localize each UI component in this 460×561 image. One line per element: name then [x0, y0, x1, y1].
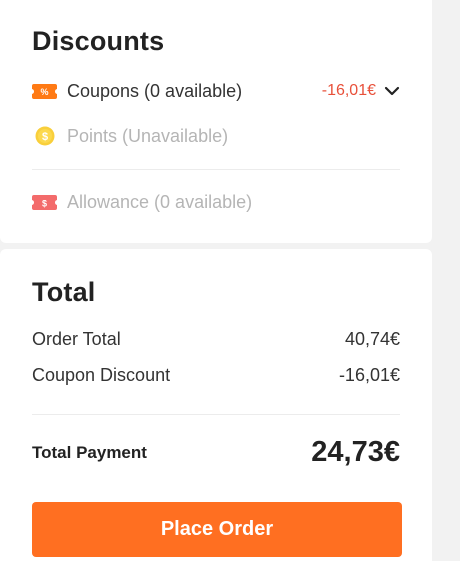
total-payment-row: Total Payment 24,73€ [32, 436, 400, 469]
points-coin-icon: $ [32, 125, 57, 147]
discounts-divider [32, 169, 400, 170]
total-card: Total Order Total 40,74€ Coupon Discount… [0, 249, 432, 561]
total-payment-label: Total Payment [32, 442, 147, 462]
allowance-row: $ Allowance (0 available) [32, 189, 400, 215]
place-order-button[interactable]: Place Order [32, 502, 402, 557]
points-label: Points (Unavailable) [67, 125, 229, 146]
svg-text:%: % [40, 87, 48, 97]
order-total-label: Order Total [32, 329, 121, 349]
points-row: $ Points (Unavailable) [32, 123, 400, 149]
coupon-discount-label: Coupon Discount [32, 365, 171, 385]
chevron-down-icon[interactable] [384, 83, 400, 99]
coupons-value: -16,01€ [322, 82, 400, 100]
total-title: Total [32, 277, 96, 307]
coupons-label: Coupons (0 available) [67, 80, 243, 101]
coupon-discount-row: Coupon Discount -16,01€ [32, 365, 400, 386]
allowance-label: Allowance (0 available) [67, 191, 253, 212]
allowance-icon: $ [32, 194, 57, 210]
checkout-summary-page: Discounts % Coupons (0 available) -16,01… [0, 0, 460, 561]
total-divider [32, 414, 400, 415]
discounts-title: Discounts [32, 26, 165, 56]
discounts-card: Discounts % Coupons (0 available) -16,01… [0, 0, 432, 243]
coupons-row[interactable]: % Coupons (0 available) -16,01€ [32, 78, 400, 104]
order-total-value: 40,74€ [344, 329, 400, 349]
svg-text:$: $ [41, 131, 47, 143]
svg-text:$: $ [42, 198, 47, 208]
coupons-discount-amount: -16,01€ [321, 82, 376, 99]
order-total-row: Order Total 40,74€ [32, 329, 400, 350]
total-payment-value: 24,73€ [311, 436, 400, 468]
coupon-discount-value: -16,01€ [338, 365, 400, 385]
coupon-icon: % [32, 83, 57, 99]
